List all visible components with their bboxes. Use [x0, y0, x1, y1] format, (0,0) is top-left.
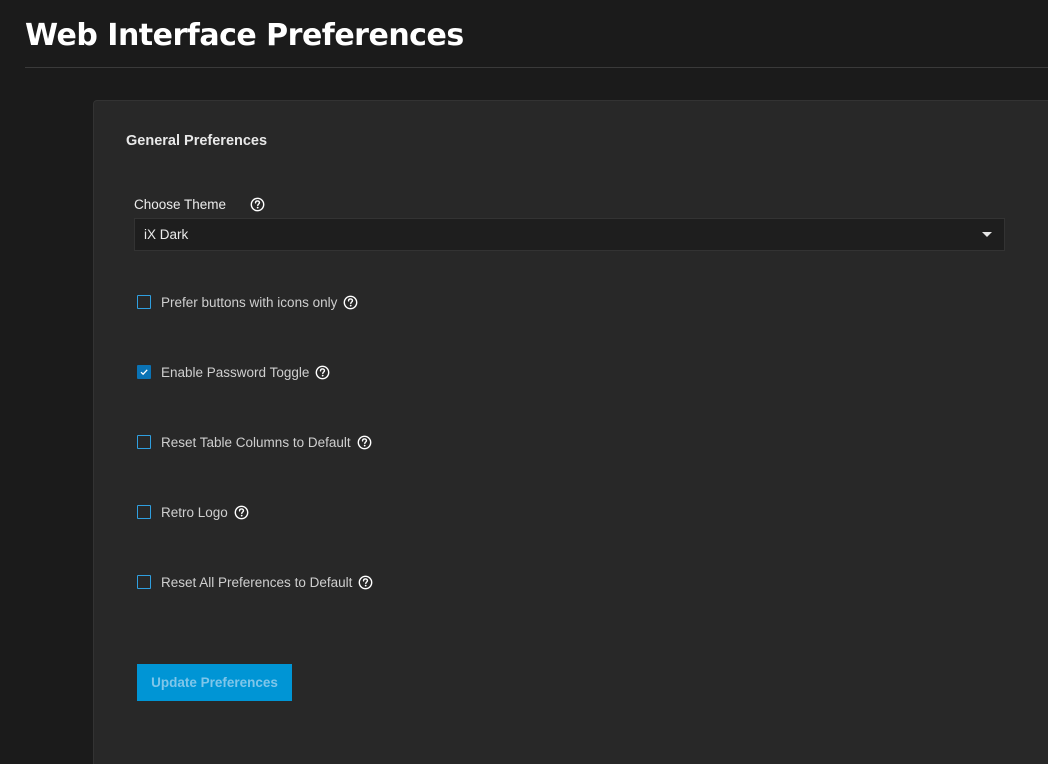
title-divider	[25, 67, 1048, 68]
help-circle-icon[interactable]	[315, 365, 330, 380]
preferences-page: Web Interface Preferences General Prefer…	[0, 0, 1048, 764]
checkbox-row-retro-logo[interactable]: Retro Logo	[137, 503, 249, 521]
theme-label-row: Choose Theme	[134, 195, 265, 213]
caret-down-icon	[982, 232, 992, 237]
retro-logo-checkbox[interactable]	[137, 505, 151, 519]
card-title: General Preferences	[126, 133, 268, 149]
theme-select[interactable]: iX Dark	[134, 218, 1005, 251]
password-toggle-checkbox[interactable]	[137, 365, 151, 379]
help-circle-icon[interactable]	[234, 505, 249, 520]
reset-preferences-checkbox[interactable]	[137, 575, 151, 589]
page-title: Web Interface Preferences	[25, 18, 464, 53]
checkbox-label: Prefer buttons with icons only	[161, 294, 338, 310]
update-preferences-button[interactable]: Update Preferences	[137, 664, 292, 701]
checkbox-row-reset-columns[interactable]: Reset Table Columns to Default	[137, 433, 372, 451]
checkbox-label: Reset Table Columns to Default	[161, 434, 351, 450]
general-preferences-card: General Preferences Choose Theme iX Dark…	[93, 100, 1048, 764]
theme-select-value: iX Dark	[144, 227, 189, 242]
theme-label: Choose Theme	[134, 196, 227, 212]
reset-columns-checkbox[interactable]	[137, 435, 151, 449]
help-circle-icon[interactable]	[250, 197, 265, 212]
checkbox-label: Reset All Preferences to Default	[161, 574, 353, 590]
help-circle-icon[interactable]	[343, 295, 358, 310]
help-circle-icon[interactable]	[357, 435, 372, 450]
help-circle-icon[interactable]	[358, 575, 373, 590]
checkbox-row-password-toggle[interactable]: Enable Password Toggle	[137, 363, 330, 381]
checkmark-icon	[140, 369, 148, 376]
checkbox-label: Enable Password Toggle	[161, 364, 310, 380]
icons-only-checkbox[interactable]	[137, 295, 151, 309]
checkbox-row-icons-only[interactable]: Prefer buttons with icons only	[137, 293, 358, 311]
checkbox-label: Retro Logo	[161, 504, 228, 520]
checkbox-row-reset-preferences[interactable]: Reset All Preferences to Default	[137, 573, 373, 591]
